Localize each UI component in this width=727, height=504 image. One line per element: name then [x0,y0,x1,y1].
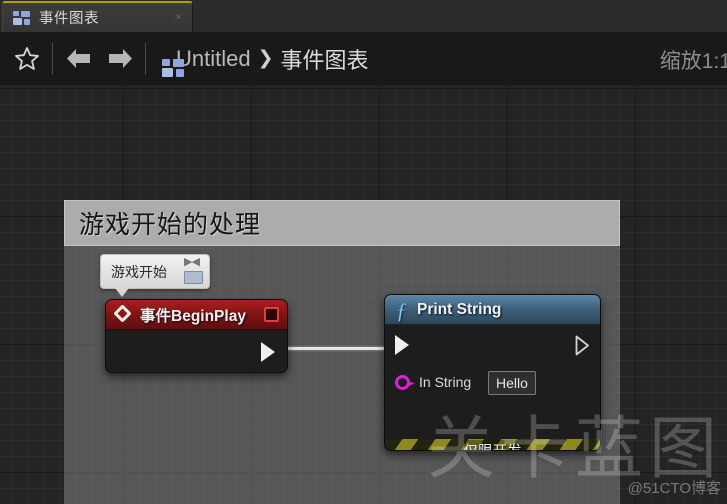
zoom-level-label: 缩放1:1 [659,50,727,73]
comment-title-text: 游戏开始的处理 [79,211,262,239]
mini-button-icon[interactable] [184,270,203,284]
tab-label: 事件图表 [39,11,99,27]
blueprint-editor-window: 事件图表 × Untitled ❯ 事件图表 缩放1:1 游戏开始的处理 游戏开… [0,0,727,504]
node-event-beginplay[interactable]: 事件BeginPlay [105,299,288,373]
exec-output-pin[interactable] [575,335,589,356]
forward-arrow-icon [108,49,132,68]
node-body: In String Hello 仅限开发 [385,325,600,450]
comment-title-bar[interactable]: 游戏开始的处理 [64,200,620,246]
exec-row [385,325,600,366]
event-diamond-icon [114,305,133,324]
node-title: 事件BeginPlay [140,307,246,325]
node-print-string[interactable]: ƒ Print String In String Hello [384,294,601,451]
graph-canvas[interactable]: 游戏开始的处理 游戏开始 ▶◀ 事件BeginPlay ƒ Print Stri… [0,85,727,504]
banner-label: 仅限开发 [460,440,525,450]
node-header[interactable]: 事件BeginPlay [106,300,287,330]
bubble-icon-group: ▶◀ [181,256,207,287]
in-string-pin[interactable] [395,375,410,390]
node-comment-bubble[interactable]: 游戏开始 ▶◀ [100,254,210,297]
pin-label: In String [419,374,472,390]
star-icon [15,47,39,70]
blueprint-icon [13,10,30,25]
pin-icon[interactable]: ▶◀ [184,256,200,267]
navigation-toolbar: Untitled ❯ 事件图表 缩放1:1 [0,32,727,85]
toolbar-divider-1 [52,42,53,75]
exec-input-pin[interactable] [395,335,409,355]
tab-event-graph[interactable]: 事件图表 × [2,1,193,32]
watermark-credit: @51CTO博客 [627,480,721,497]
node-title: Print String [417,300,502,318]
toolbar-divider-2 [145,42,146,75]
pin-row-in-string: In String Hello [385,366,600,400]
breadcrumb-item-root[interactable]: Untitled [176,46,251,72]
favorite-button[interactable] [6,32,48,85]
close-icon[interactable]: × [173,12,184,23]
forward-button[interactable] [99,32,141,85]
breadcrumb: Untitled ❯ 事件图表 缩放1:1 [150,43,727,77]
chevron-right-icon: ❯ [257,48,274,69]
bubble-text: 游戏开始 [111,263,167,280]
node-header[interactable]: ƒ Print String [385,295,600,325]
red-square-icon[interactable] [264,307,279,322]
exec-output-pin[interactable] [261,342,275,362]
breadcrumb-item-current[interactable]: 事件图表 [281,43,369,75]
back-arrow-icon [66,49,90,68]
bubble-tail [115,288,129,297]
in-string-input[interactable]: Hello [488,371,536,395]
back-button[interactable] [57,32,99,85]
function-f-icon: ƒ [396,297,407,323]
tab-strip: 事件图表 × [0,0,727,32]
development-only-banner: 仅限开发 [385,439,600,450]
node-body [106,330,287,372]
